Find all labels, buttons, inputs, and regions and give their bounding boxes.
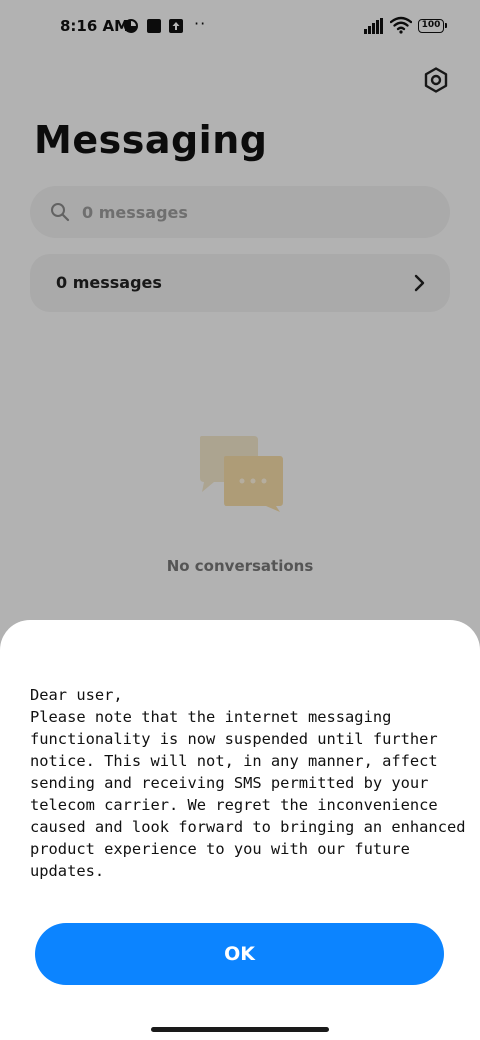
notice-dialog: Dear user, Please note that the internet…	[0, 620, 480, 1040]
dialog-message: Dear user, Please note that the internet…	[30, 686, 466, 880]
home-indicator[interactable]	[151, 1027, 329, 1032]
messaging-app: 8:16 AM ·· 100 Messaging 0 messages 0 me…	[0, 0, 480, 1040]
ok-button[interactable]: OK	[35, 923, 444, 985]
